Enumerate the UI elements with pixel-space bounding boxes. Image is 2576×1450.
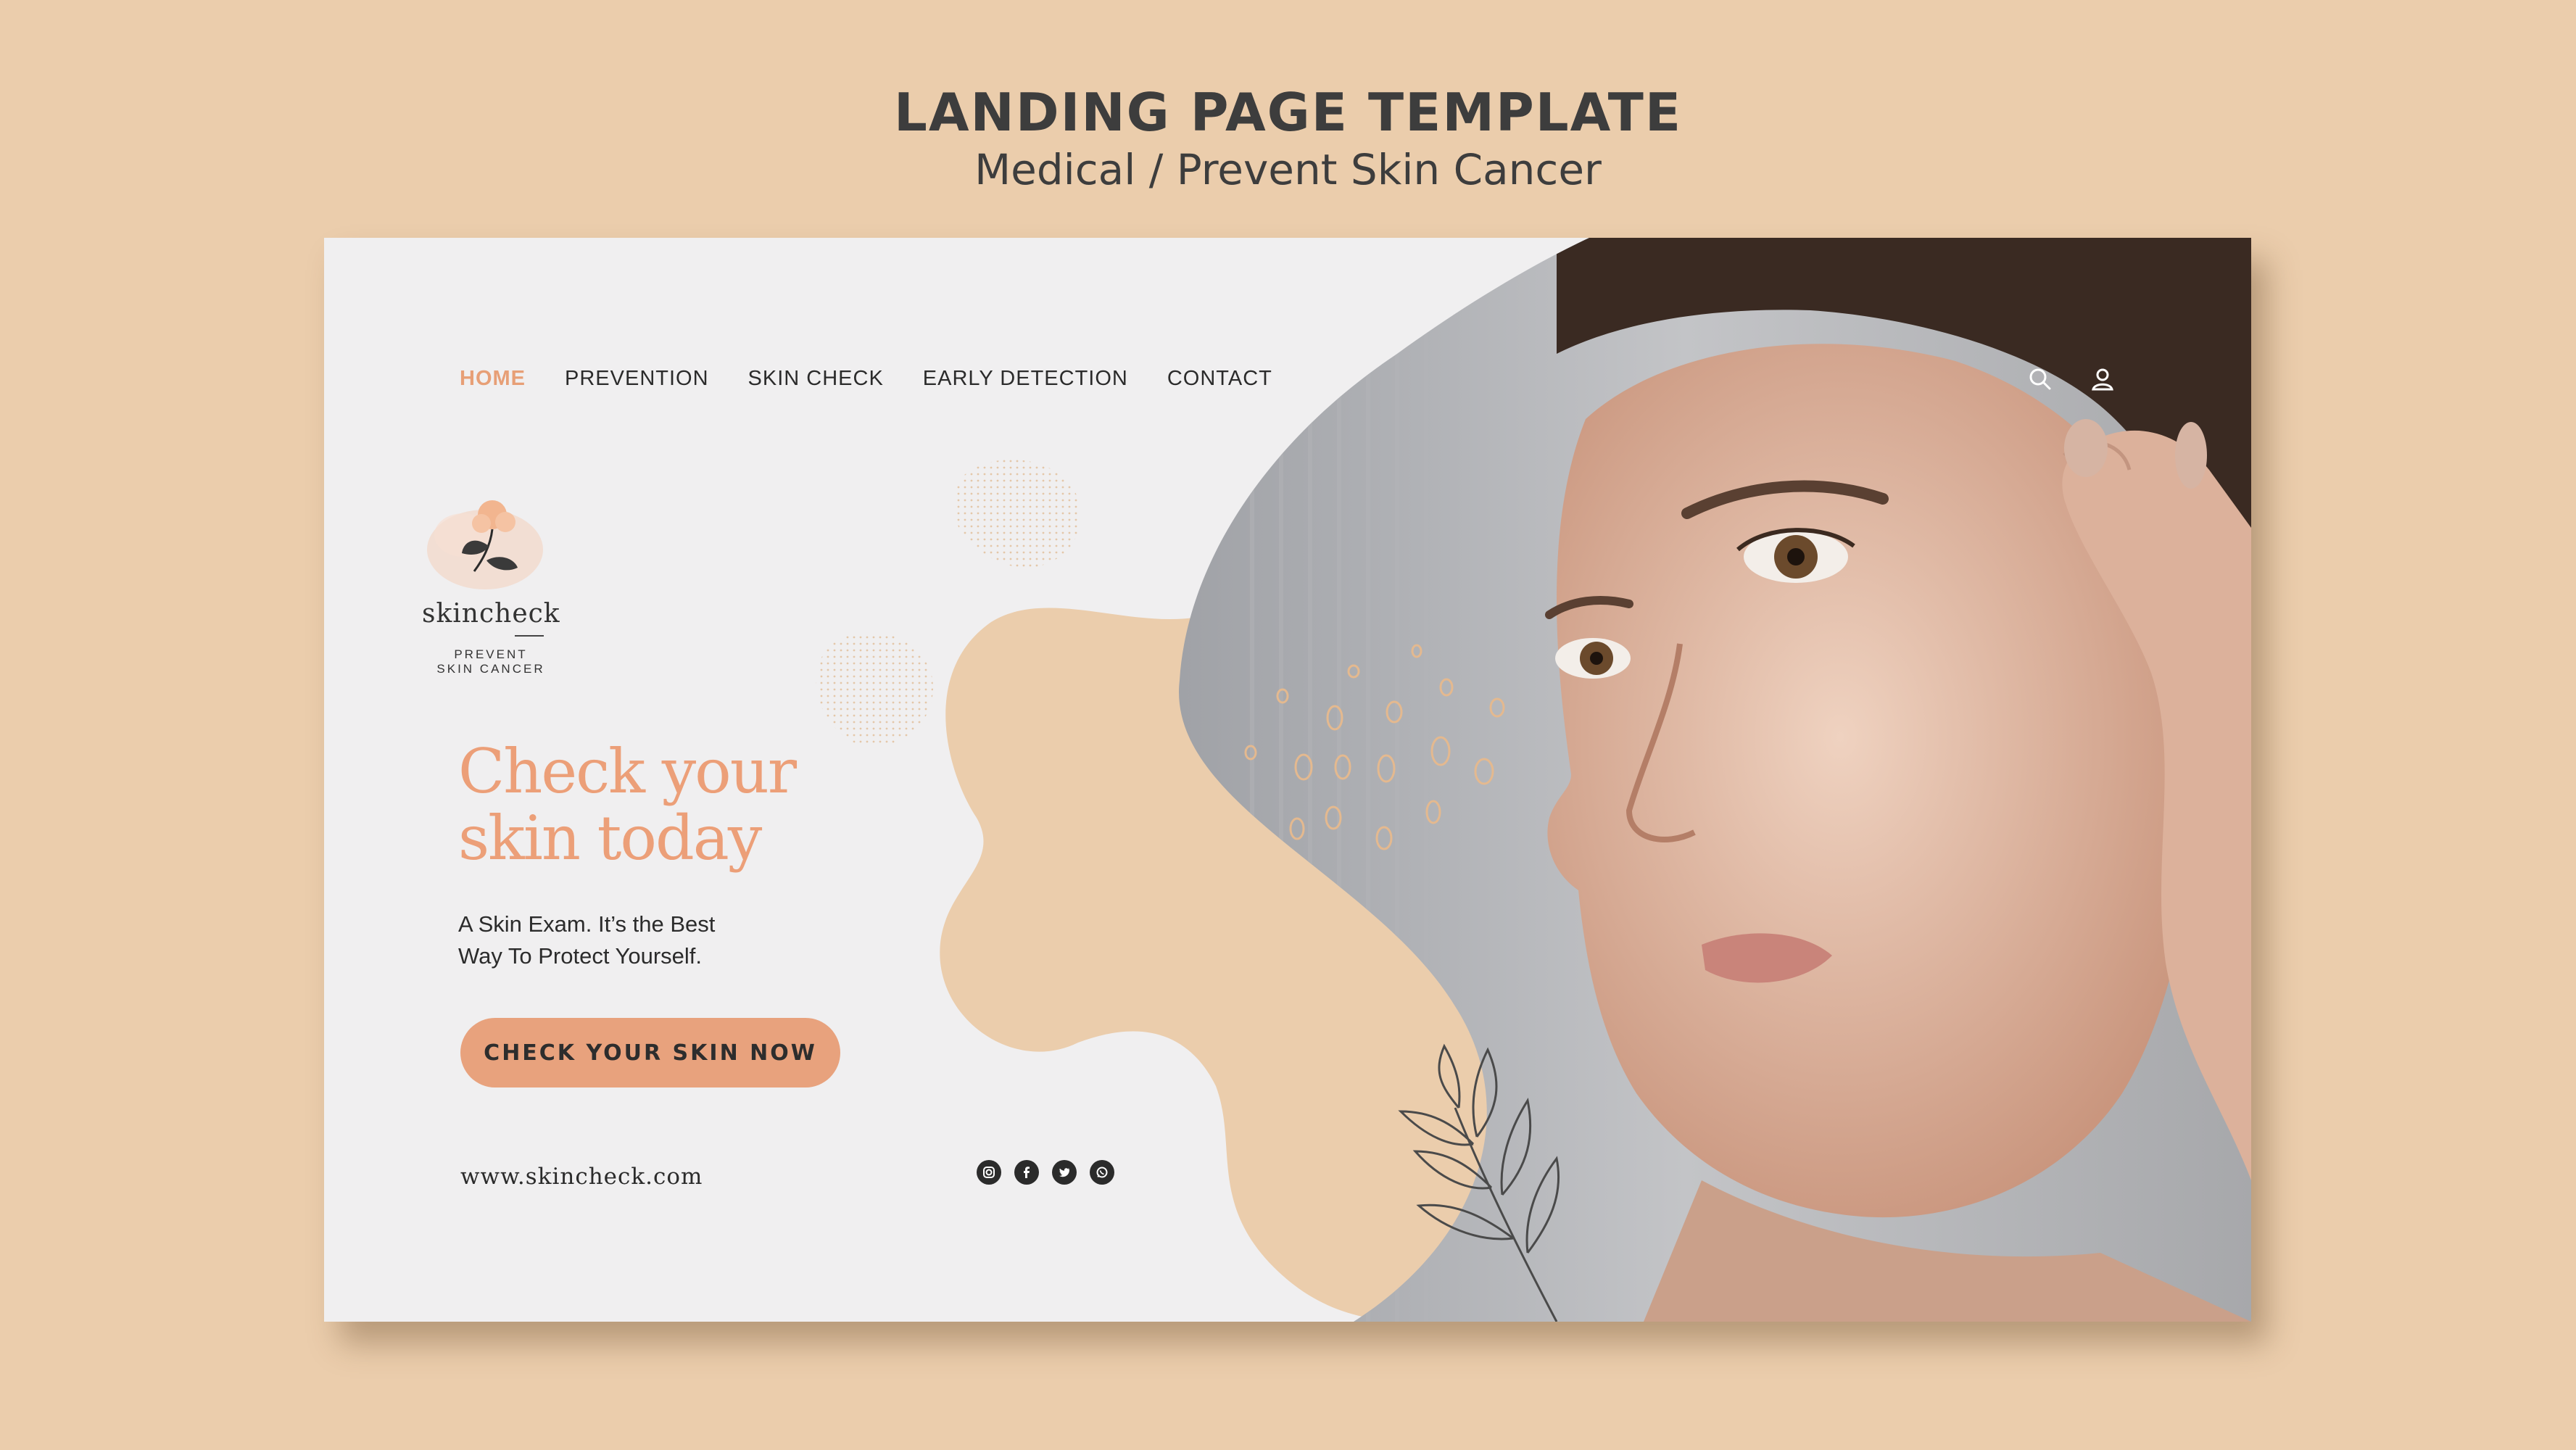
facebook-icon[interactable] (1014, 1160, 1039, 1185)
template-subtitle: Medical / Prevent Skin Cancer (974, 145, 1602, 194)
hero-headline: Check your skin today (458, 738, 864, 871)
landing-page-card: HOME PREVENTION SKIN CHECK EARLY DETECTI… (324, 238, 2251, 1322)
whatsapp-icon[interactable] (1090, 1160, 1114, 1185)
nav-item-skin-check[interactable]: SKIN CHECK (748, 367, 884, 391)
website-link[interactable]: www.skincheck.com (460, 1164, 703, 1190)
hero-subtext-line1: A Skin Exam. It’s the Best (458, 911, 716, 937)
search-icon[interactable] (2028, 367, 2053, 392)
header-icons (2028, 367, 2115, 392)
hero-headline-line1: Check your (458, 736, 797, 807)
logo-tagline-line2: SKIN CANCER (436, 662, 545, 676)
logo-name: skincheck (422, 599, 560, 629)
nav-item-contact[interactable]: CONTACT (1167, 367, 1272, 391)
main-nav: HOME PREVENTION SKIN CHECK EARLY DETECTI… (460, 367, 1272, 391)
logo-tagline: PREVENT SKIN CANCER (433, 647, 549, 676)
logo-divider (515, 635, 544, 637)
nav-item-home[interactable]: HOME (460, 367, 526, 391)
user-icon[interactable] (2090, 367, 2115, 392)
nav-item-prevention[interactable]: PREVENTION (565, 367, 709, 391)
hero-headline-line2: skin today (458, 803, 762, 874)
nav-item-early-detection[interactable]: EARLY DETECTION (923, 367, 1128, 391)
hero-subtext-line2: Way To Protect Yourself. (458, 943, 703, 969)
twitter-icon[interactable] (1052, 1160, 1077, 1185)
template-header: LANDING PAGE TEMPLATE Medical / Prevent … (0, 76, 2576, 195)
hero-subtext: A Skin Exam. It’s the Best Way To Protec… (458, 908, 763, 972)
social-links (977, 1160, 1114, 1185)
check-skin-button[interactable]: CHECK YOUR SKIN NOW (460, 1018, 840, 1088)
template-title: LANDING PAGE TEMPLATE (893, 82, 1683, 143)
instagram-icon[interactable] (977, 1160, 1001, 1185)
logo-tagline-line1: PREVENT (454, 647, 528, 661)
